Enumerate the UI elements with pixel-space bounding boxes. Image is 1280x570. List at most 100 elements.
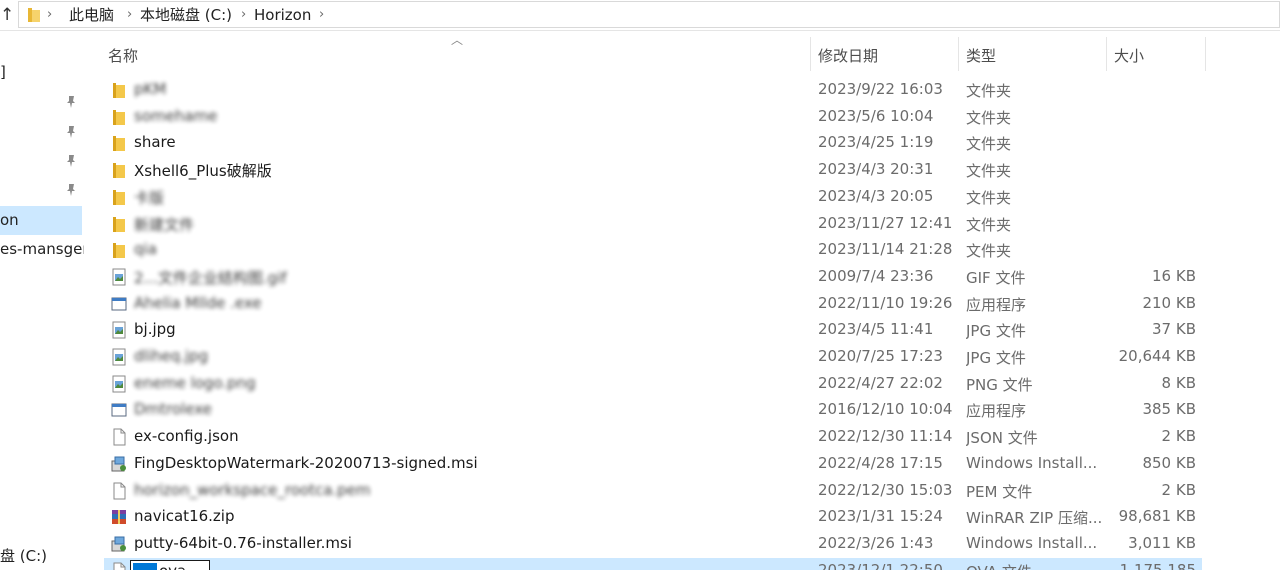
file-row[interactable]: FingDesktopWatermark-20200713-signed.msi… (104, 451, 1202, 477)
file-row[interactable]: horizon_workspace_rootca.pem 2022/12/30 1… (104, 478, 1202, 504)
file-row[interactable]: pKM 2023/9/22 16:03 文件夹 (104, 77, 1202, 103)
file-type: 文件夹 (966, 108, 1012, 127)
file-type: 应用程序 (966, 295, 1027, 314)
file-type: OVA 文件 (966, 561, 1106, 570)
navigation-pane: ] on es-mansger 盘 (C:) (0, 31, 84, 570)
column-date[interactable]: 修改日期 (818, 45, 878, 66)
file-type: PEM 文件 (966, 482, 1033, 501)
column-divider[interactable] (958, 37, 959, 71)
file-name: navicat16.zip (134, 507, 235, 526)
file-size: 3,011 KB (1128, 533, 1196, 552)
file-date: 2022/12/30 11:14 (818, 427, 953, 446)
file-type: 文件夹 (966, 82, 1012, 100)
file-type: 文件夹 (966, 215, 1012, 234)
file-name: bj.jpg (134, 320, 176, 339)
file-name: somehame (134, 106, 218, 125)
file-date: 2023/4/3 20:05 (818, 186, 934, 205)
file-row[interactable]: share 2023/4/25 1:19 文件夹 (104, 130, 1202, 156)
file-date: 2023/12/1 22:50 (818, 560, 943, 570)
file-row[interactable]: 新建文件 2023/11/27 12:41 文件夹 (104, 211, 1202, 237)
file-list: ︿ 名称 修改日期 类型 大小 pKM 2023/9/22 16:03 文件夹 som… (84, 31, 1280, 570)
folder-icon (110, 108, 128, 126)
breadcrumb-this-pc[interactable]: 此电脑 (69, 5, 114, 25)
installer-icon (110, 455, 128, 473)
file-name: 2...文件企业结构图.gif (134, 268, 287, 287)
file-date: 2023/4/25 1:19 (818, 133, 934, 152)
doc-file-icon (110, 562, 128, 570)
column-header-row: ︿ 名称 修改日期 类型 大小 (84, 31, 1280, 75)
file-row[interactable]: navicat16.zip 2023/1/31 15:24 WinRAR ZIP 压… (104, 504, 1202, 530)
image-file-icon (110, 375, 128, 393)
file-type: Windows Install... (966, 453, 1098, 472)
file-type: JPG 文件 (966, 322, 1026, 341)
breadcrumb-local-disk[interactable]: 本地磁盘 (C:) (140, 5, 232, 25)
chevron-right-icon[interactable]: › (127, 5, 132, 25)
pin-icon (67, 126, 75, 138)
column-divider[interactable] (810, 37, 811, 71)
file-type: GIF 文件 (966, 268, 1026, 287)
file-date: 2022/4/27 22:02 (818, 373, 943, 392)
nav-item-label: on (0, 211, 19, 229)
file-date: 2023/5/6 10:04 (818, 106, 934, 125)
nav-item-local-disk[interactable]: 盘 (C:) (0, 545, 47, 566)
file-name: Xshell6_Plus破解版 (134, 162, 272, 181)
file-date: 2023/1/31 15:24 (818, 507, 943, 526)
file-date: 2022/3/26 1:43 (818, 533, 934, 552)
file-row[interactable]: somehame 2023/5/6 10:04 文件夹 (104, 104, 1202, 130)
file-name: dliheq.jpg (134, 347, 209, 365)
nav-item[interactable]: ] (0, 63, 6, 81)
file-size: 16 KB (1152, 266, 1196, 285)
file-date: 2023/9/22 16:03 (818, 80, 943, 98)
folder-icon (110, 134, 128, 152)
column-divider[interactable] (1106, 37, 1107, 71)
file-row[interactable]: dliheq.jpg 2020/7/25 17:23 JPG 文件 20,644 KB (104, 344, 1202, 370)
file-row[interactable]: 2...文件企业结构图.gif 2009/7/4 23:36 GIF 文件 16 KB (104, 264, 1202, 290)
file-row[interactable]: 卡版 2023/4/3 20:05 文件夹 (104, 184, 1202, 210)
column-size[interactable]: 大小 (1114, 45, 1144, 66)
file-name: Dmtrolexe (134, 400, 212, 419)
file-date: 2022/4/28 17:15 (818, 453, 943, 472)
file-date: 2023/4/3 20:31 (818, 160, 934, 179)
column-name[interactable]: 名称 (108, 45, 138, 66)
file-row[interactable]: ex-config.json 2022/12/30 11:14 JSON 文件 2 K… (104, 424, 1202, 450)
file-type: JSON 文件 (966, 429, 1038, 448)
file-type: 文件夹 (966, 188, 1012, 207)
image-file-icon (110, 268, 128, 286)
file-size: 98,681 KB (1118, 507, 1196, 526)
chevron-right-icon[interactable]: › (47, 5, 52, 25)
chevron-right-icon[interactable]: › (319, 5, 324, 25)
file-row[interactable]: Dmtrolexe 2016/12/10 10:04 应用程序 385 KB (104, 397, 1202, 423)
file-name: ova (159, 561, 186, 570)
file-row[interactable]: Xshell6_Plus破解版 2023/4/3 20:31 文件夹 (104, 157, 1202, 183)
file-row[interactable]: qia 2023/11/14 21:28 文件夹 (104, 237, 1202, 263)
file-type: 文件夹 (966, 242, 1012, 261)
folder-icon (28, 8, 40, 22)
breadcrumb-horizon[interactable]: Horizon (254, 5, 311, 25)
rename-input[interactable]: ova (130, 559, 210, 570)
file-name: putty-64bit-0.76-installer.msi (134, 533, 352, 552)
folder-icon (110, 241, 128, 259)
chevron-right-icon[interactable]: › (241, 5, 246, 25)
file-type: 文件夹 (966, 162, 1012, 181)
column-type[interactable]: 类型 (966, 45, 996, 66)
file-date: 2023/4/5 11:41 (818, 320, 934, 339)
file-name: FingDesktopWatermark-20200713-signed.msi (134, 453, 478, 472)
nav-item[interactable]: es-mansger (0, 240, 84, 258)
image-file-icon (110, 348, 128, 366)
address-field[interactable]: › 此电脑 › 本地磁盘 (C:) › Horizon › (18, 1, 1280, 28)
file-size: 8 KB (1161, 373, 1196, 392)
image-file-icon (110, 321, 128, 339)
file-row[interactable]: ova 2023/12/1 22:50 OVA 文件 1,175,185 (104, 557, 1202, 570)
pin-icon (67, 184, 75, 196)
up-arrow-icon[interactable]: ↑ (0, 4, 16, 26)
file-row[interactable]: Ahelia Mllde .exe 2022/11/10 19:26 应用程序 210… (104, 291, 1202, 317)
column-divider[interactable] (1205, 37, 1206, 71)
file-row[interactable]: putty-64bit-0.76-installer.msi 2022/3/26 … (104, 531, 1202, 557)
file-row[interactable]: eneme logo.png 2022/4/27 22:02 PNG 文件 8 KB (104, 371, 1202, 397)
nav-item-selected[interactable]: on (0, 206, 82, 235)
file-size: 20,644 KB (1118, 347, 1196, 365)
file-date: 2023/11/14 21:28 (818, 240, 953, 259)
file-name: Ahelia Mllde .exe (134, 293, 262, 312)
file-row[interactable]: bj.jpg 2023/4/5 11:41 JPG 文件 37 KB (104, 317, 1202, 343)
doc-file-icon (110, 482, 128, 500)
